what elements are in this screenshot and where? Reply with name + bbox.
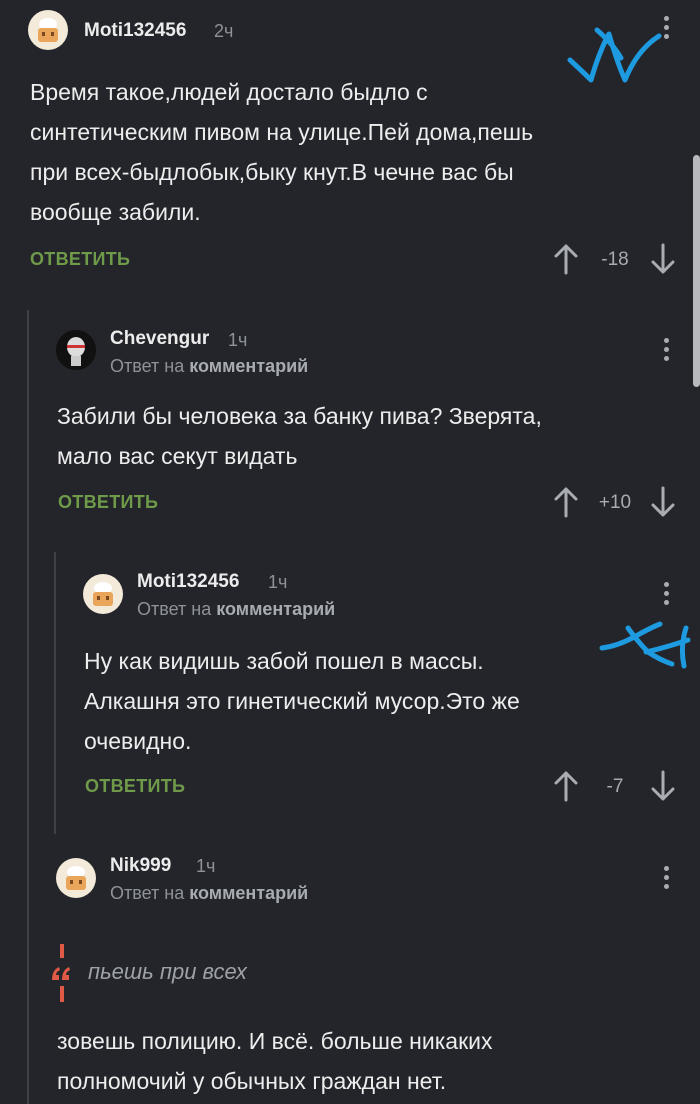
- arrow-up-icon[interactable]: [553, 486, 579, 518]
- reply-button[interactable]: ОТВЕТИТЬ: [85, 776, 185, 797]
- scrollbar[interactable]: [693, 155, 700, 387]
- comment-text: Время такое,людей достало быдло с синтет…: [30, 79, 534, 225]
- thread-line-level-2: [54, 552, 56, 834]
- timestamp: 1ч: [268, 572, 288, 592]
- username[interactable]: Nik999: [110, 855, 171, 877]
- quote-bar-bottom: [60, 986, 64, 1002]
- chef-avatar-icon: [66, 866, 86, 890]
- vote-score: -18: [601, 249, 629, 270]
- avatar[interactable]: [56, 330, 96, 370]
- skull-avatar-icon: [56, 330, 96, 370]
- reply-to-link[interactable]: комментарий: [189, 356, 308, 376]
- arrow-up-icon[interactable]: [553, 243, 579, 275]
- vote-score: +10: [598, 492, 632, 513]
- arrow-down-icon[interactable]: [650, 486, 676, 518]
- quote-icon: [52, 967, 70, 980]
- more-vertical-icon[interactable]: [656, 338, 676, 368]
- quote-bar-top: [60, 944, 64, 958]
- comment-text: Ну как видишь забой пошел в массы. Алкаш…: [84, 648, 520, 754]
- thread-line-level-1: [27, 310, 29, 1104]
- timestamp: 1ч: [228, 330, 248, 350]
- more-vertical-icon[interactable]: [656, 582, 676, 612]
- vote-score: -7: [606, 776, 624, 797]
- reply-to-link[interactable]: комментарий: [216, 599, 335, 619]
- quote-text: пьешь при всех: [88, 959, 247, 984]
- scribble-mark-middle: [599, 621, 691, 669]
- comment-text: Забили бы человека за банку пива? Зверят…: [57, 403, 542, 469]
- chef-avatar-icon: [38, 18, 58, 42]
- username[interactable]: Moti132456: [84, 20, 186, 42]
- scribble-mark-top: [567, 27, 662, 83]
- avatar[interactable]: [28, 10, 68, 50]
- reply-button[interactable]: ОТВЕТИТЬ: [30, 249, 130, 270]
- timestamp: 1ч: [196, 856, 216, 876]
- comment-text: зовешь полицию. И всё. больше никаких по…: [57, 1028, 493, 1094]
- chef-avatar-icon: [93, 582, 113, 606]
- avatar[interactable]: [83, 574, 123, 614]
- reply-to: Ответ на комментарий: [110, 356, 309, 376]
- more-vertical-icon[interactable]: [656, 866, 676, 896]
- reply-to-link[interactable]: комментарий: [189, 883, 308, 903]
- arrow-down-icon[interactable]: [650, 770, 676, 802]
- reply-to: Ответ на комментарий: [137, 599, 336, 619]
- avatar[interactable]: [56, 858, 96, 898]
- arrow-down-icon[interactable]: [650, 243, 676, 275]
- arrow-up-icon[interactable]: [553, 770, 579, 802]
- username[interactable]: Moti132456: [137, 571, 239, 593]
- reply-button[interactable]: ОТВЕТИТЬ: [58, 492, 158, 513]
- reply-to: Ответ на комментарий: [110, 883, 309, 903]
- username[interactable]: Chevengur: [110, 328, 209, 350]
- timestamp: 2ч: [214, 21, 234, 41]
